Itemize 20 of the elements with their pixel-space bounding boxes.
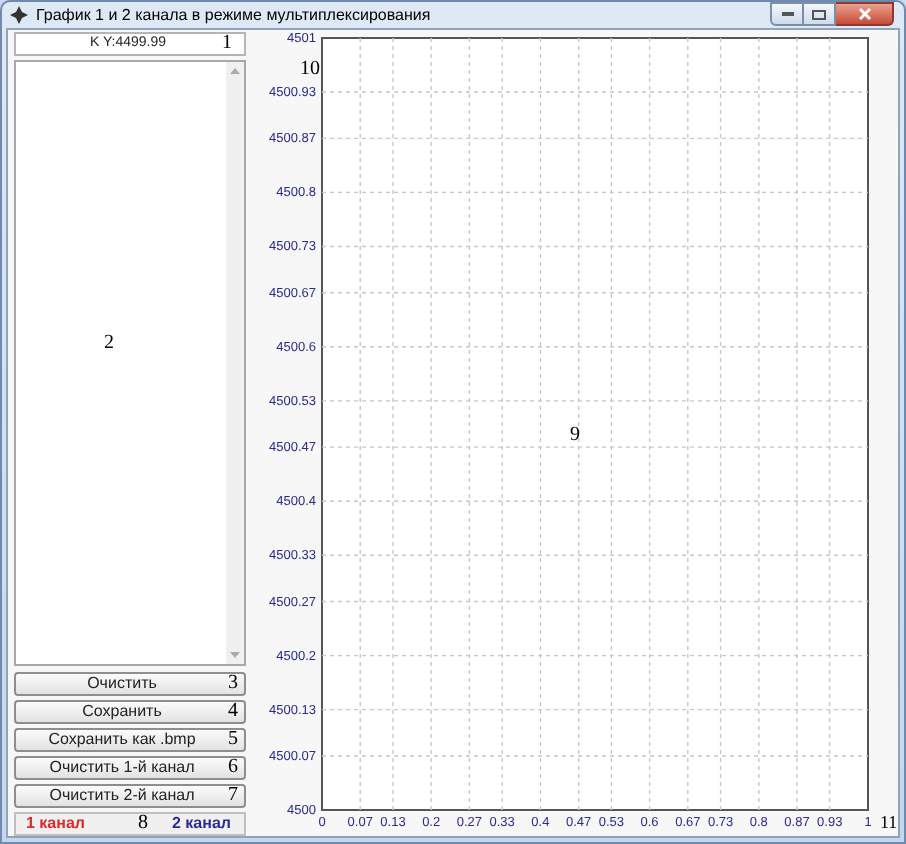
callout-number: 6 xyxy=(228,756,238,778)
callout-number: 3 xyxy=(228,672,238,694)
callout-number: 10 xyxy=(300,58,320,80)
close-icon xyxy=(857,8,871,20)
channel-label: 2 канал xyxy=(172,816,231,832)
callout-number: 4 xyxy=(228,700,238,722)
callout-number: 2 xyxy=(104,330,114,358)
app-icon xyxy=(10,6,28,24)
callout-number: 11 xyxy=(880,812,898,832)
maximize-button[interactable] xyxy=(804,2,836,26)
callout-number: 5 xyxy=(228,728,238,750)
close-button[interactable] xyxy=(836,2,894,26)
callout-number: 8 xyxy=(138,814,148,834)
list-box[interactable]: 2 xyxy=(14,60,246,666)
window-title: График 1 и 2 канала в режиме мультиплексирования xyxy=(36,7,431,23)
callout-number: 7 xyxy=(228,784,238,806)
minimize-button[interactable] xyxy=(770,2,804,26)
callout-number: 1 xyxy=(222,32,232,56)
channel-label: 1 канал xyxy=(26,816,85,832)
callout-number: 9 xyxy=(570,424,580,446)
